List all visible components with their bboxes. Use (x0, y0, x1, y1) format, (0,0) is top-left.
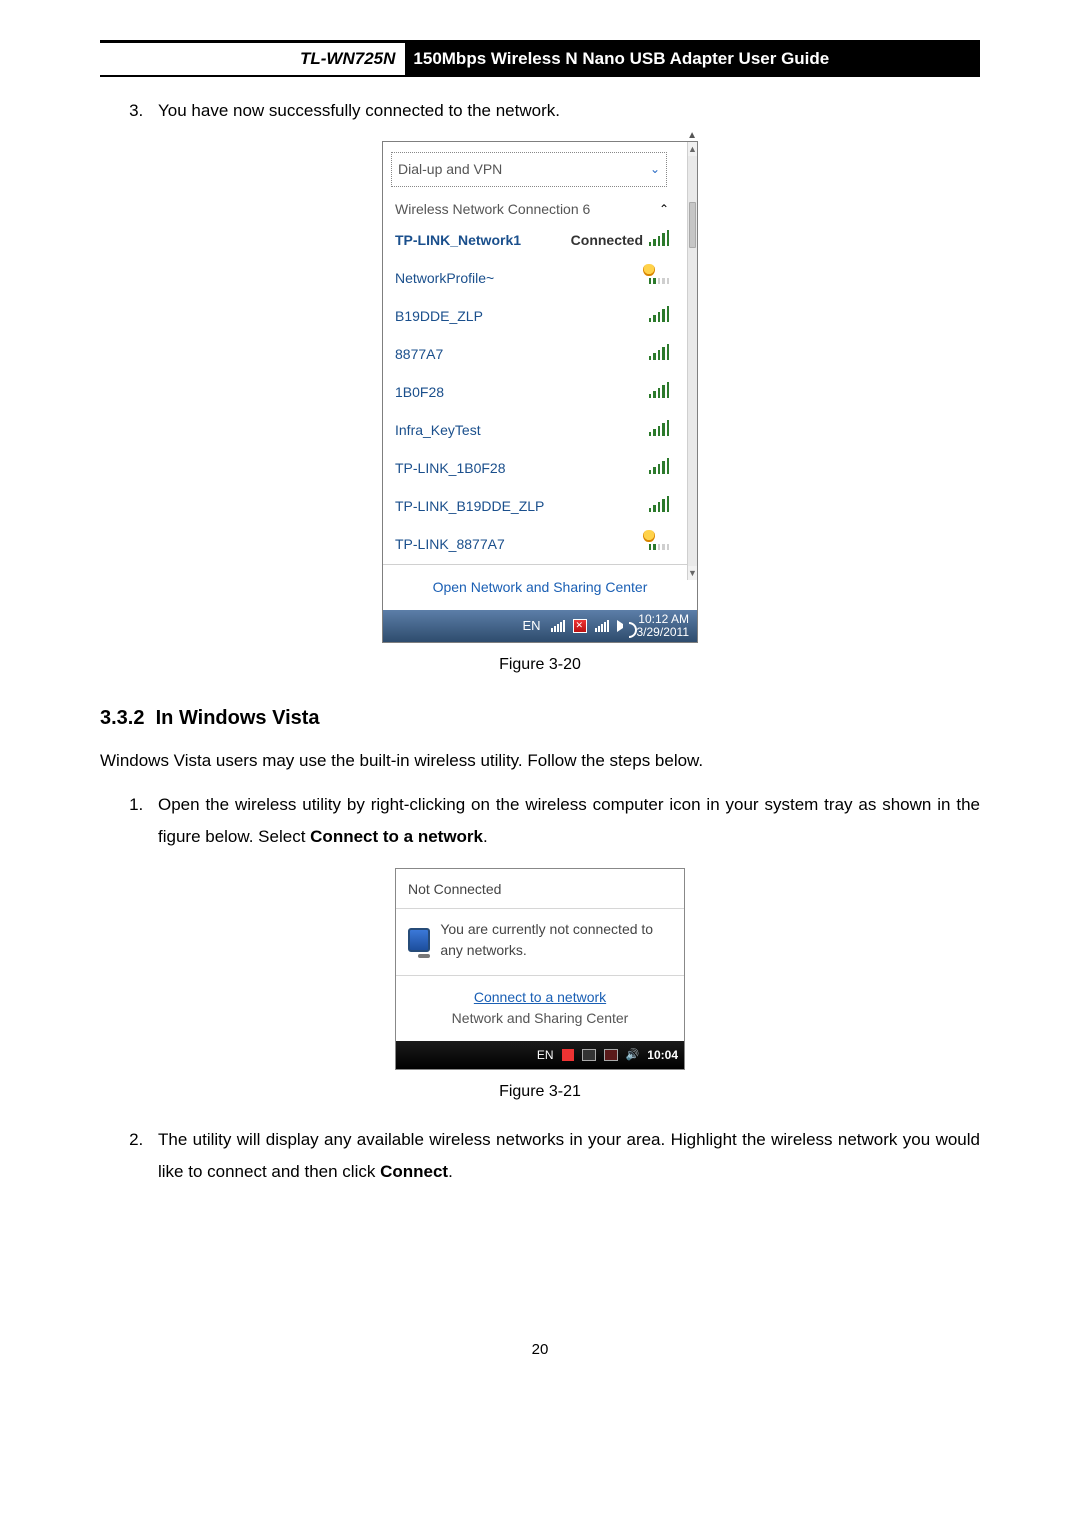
network-icon[interactable] (595, 620, 609, 632)
taskbar-lang[interactable]: EN (522, 616, 540, 636)
vista-step-1: Open the wireless utility by right-click… (148, 789, 980, 854)
section-heading: 3.3.2 In Windows Vista (100, 703, 980, 733)
network-name: 8877A7 (395, 344, 649, 365)
vista-network-popup: Not Connected You are currently not conn… (395, 868, 685, 1070)
network-sharing-center-link[interactable]: Network and Sharing Center (400, 1008, 680, 1029)
step-3-text: You have now successfully connected to t… (148, 95, 980, 127)
network-row-3[interactable]: 8877A7 (383, 336, 675, 374)
section-title: In Windows Vista (156, 707, 320, 729)
network-row-8[interactable]: TP-LINK_8877A7 (383, 526, 675, 564)
signal-strength-icon (649, 458, 669, 474)
figure-3-20: ▲ ▼ Dial-up and VPN ⌄ Wireless Network C… (100, 141, 980, 643)
connection-header-label: Wireless Network Connection 6 (395, 199, 590, 220)
network-row-1[interactable]: NetworkProfile~ (383, 260, 675, 298)
scroll-thumb[interactable] (689, 202, 696, 248)
signal-strength-icon (649, 230, 669, 246)
step2-text-b: . (448, 1162, 453, 1181)
network-name: B19DDE_ZLP (395, 306, 649, 327)
connect-to-network-link[interactable]: Connect to a network (400, 986, 680, 1008)
vista-intro: Windows Vista users may use the built-in… (100, 745, 980, 777)
vista-network-icon[interactable] (604, 1049, 618, 1061)
shield-icon (643, 264, 655, 276)
monitor-icon (408, 928, 430, 952)
network-name: TP-LINK_Network1 (395, 230, 571, 251)
shield-icon (643, 530, 655, 542)
open-network-sharing-link[interactable]: Open Network and Sharing Center (383, 564, 697, 610)
vista-status-row: You are currently not connected to any n… (396, 909, 684, 976)
section-number: 3.3.2 (100, 707, 144, 729)
guide-title: 150Mbps Wireless N Nano USB Adapter User… (405, 43, 980, 75)
chevron-down-icon: ⌄ (650, 160, 660, 178)
vista-volume-icon[interactable]: 🔊 (626, 1047, 640, 1064)
wireless-connection-header[interactable]: Wireless Network Connection 6 ⌃ (383, 191, 675, 222)
network-row-6[interactable]: TP-LINK_1B0F28 (383, 450, 675, 488)
chevron-up-icon: ⌃ (659, 200, 669, 218)
signal-strength-icon (649, 306, 669, 322)
vista-status-message: You are currently not connected to any n… (440, 919, 672, 961)
scrollbar[interactable]: ▲ ▼ (687, 142, 697, 580)
taskbar-time: 10:12 AM (637, 613, 690, 626)
vista-steps-2: The utility will display any available w… (100, 1124, 980, 1189)
vista-status-header: Not Connected (396, 869, 684, 909)
vista-taskbar: EN 🔊 10:04 (396, 1041, 684, 1069)
action-center-icon[interactable] (573, 619, 587, 633)
taskbar-clock[interactable]: 10:12 AM 3/29/2011 (637, 613, 690, 639)
vista-taskbar-time: 10:04 (647, 1046, 678, 1064)
volume-icon[interactable] (617, 620, 629, 632)
dialup-vpn-section[interactable]: Dial-up and VPN ⌄ (391, 152, 667, 187)
network-name: NetworkProfile~ (395, 268, 643, 289)
figure-3-21-caption: Figure 3-21 (100, 1080, 980, 1104)
vista-step-2: The utility will display any available w… (148, 1124, 980, 1189)
step2-bold: Connect (380, 1162, 448, 1181)
network-name: TP-LINK_8877A7 (395, 534, 643, 555)
network-name: TP-LINK_B19DDE_ZLP (395, 496, 649, 517)
step-list-3: You have now successfully connected to t… (100, 95, 980, 127)
vista-steps: Open the wireless utility by right-click… (100, 789, 980, 854)
figure-3-21: Not Connected You are currently not conn… (100, 868, 980, 1070)
figure-3-20-caption: Figure 3-20 (100, 653, 980, 677)
network-row-5[interactable]: Infra_KeyTest (383, 412, 675, 450)
vista-flag-icon[interactable] (562, 1049, 574, 1061)
vista-taskbar-lang[interactable]: EN (537, 1046, 554, 1064)
step1-bold: Connect to a network (310, 827, 483, 846)
scroll-up-arrow-icon[interactable]: ▲ (688, 142, 697, 156)
network-name: TP-LINK_1B0F28 (395, 458, 649, 479)
network-row-0[interactable]: TP-LINK_Network1Connected (383, 222, 675, 260)
win7-network-popup: ▲ ▼ Dial-up and VPN ⌄ Wireless Network C… (382, 141, 698, 643)
network-status: Connected (571, 230, 643, 251)
network-row-2[interactable]: B19DDE_ZLP (383, 298, 675, 336)
model-label: TL-WN725N (300, 43, 405, 75)
scroll-down-arrow-icon[interactable]: ▼ (688, 566, 697, 580)
page-number: 20 (100, 1339, 980, 1362)
network-row-7[interactable]: TP-LINK_B19DDE_ZLP (383, 488, 675, 526)
signal-strength-icon (649, 344, 669, 360)
signal-strength-icon (649, 420, 669, 436)
dialup-label: Dial-up and VPN (398, 159, 502, 180)
network-name: Infra_KeyTest (395, 420, 649, 441)
signal-strength-icon (649, 496, 669, 512)
system-tray (551, 619, 629, 633)
step2-text-a: The utility will display any available w… (158, 1130, 980, 1181)
network-row-4[interactable]: 1B0F28 (383, 374, 675, 412)
signal-strength-icon (649, 382, 669, 398)
taskbar-date: 3/29/2011 (637, 626, 690, 639)
vista-monitor-icon[interactable] (582, 1049, 596, 1061)
step1-text-a: Open the wireless utility by right-click… (158, 795, 980, 846)
win7-taskbar: EN 10:12 AM 3/29/2011 (383, 610, 697, 642)
step1-text-b: . (483, 827, 488, 846)
vista-links: Connect to a network Network and Sharing… (396, 976, 684, 1041)
page-header: TL-WN725N 150Mbps Wireless N Nano USB Ad… (100, 40, 980, 77)
network-name: 1B0F28 (395, 382, 649, 403)
signal-icon[interactable] (551, 620, 565, 632)
